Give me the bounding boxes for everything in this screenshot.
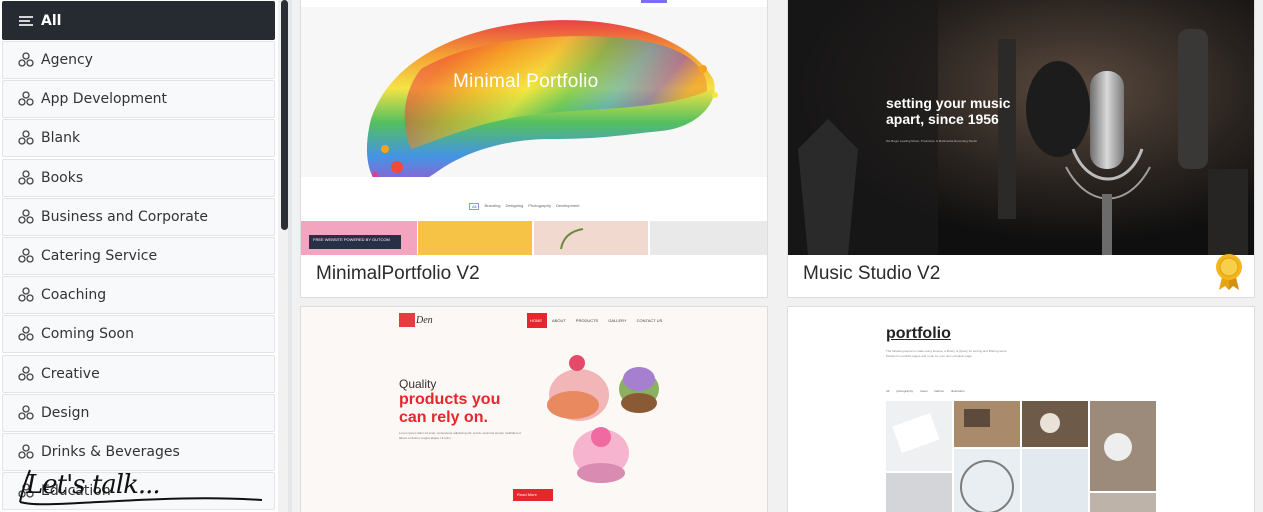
preview-filter-item: Photography <box>528 203 551 208</box>
category-icon <box>17 404 41 422</box>
template-card-portfolio[interactable]: portfolio The following layout is made u… <box>787 306 1255 512</box>
preview-filter-item: All <box>886 389 890 393</box>
preview-filter-item: All <box>469 203 480 210</box>
preview-subline: We Begin Leading Music, Production & Mul… <box>886 139 978 143</box>
sidebar-item-agency[interactable]: Agency <box>2 41 275 79</box>
template-preview-music-studio: setting your music apart, since 1956 We … <box>788 0 1254 255</box>
menu-icon <box>17 12 41 30</box>
template-card-minimalportfolio[interactable]: Minimal Portfolio All Branding Designing Ph… <box>300 0 768 298</box>
sidebar-item-label: Creative <box>41 365 100 382</box>
preview-logo-text: Den <box>416 315 433 326</box>
preview-heading: portfolio <box>886 325 951 342</box>
category-sidebar: All Agency App Development Blank Books Busine… <box>0 0 278 512</box>
preview-filter-item: Designing <box>505 203 524 208</box>
sidebar-item-label: All <box>41 12 62 29</box>
sidebar-item-catering-service[interactable]: Catering Service <box>2 237 275 275</box>
template-title[interactable]: Music Studio V2 <box>803 263 940 285</box>
category-icon <box>17 443 41 461</box>
preview-headline-line1: setting your music <box>886 95 1011 111</box>
template-card-den-bakery[interactable]: Den HOME ABOUT PRODUCTS GALLERY CONTACT US Q… <box>300 306 768 512</box>
preview-nav-item: CONTACT US <box>636 318 663 323</box>
sidebar-item-label: Education <box>41 483 111 500</box>
template-title[interactable]: MinimalPortfolio V2 <box>316 263 480 285</box>
sidebar-item-app-development[interactable]: App Development <box>2 80 275 119</box>
template-preview-portfolio: portfolio The following layout is made u… <box>788 307 1254 512</box>
preview-nav-item: ABOUT <box>552 318 566 323</box>
preview-nav-item: PRODUCTS <box>575 318 599 323</box>
sidebar-item-label: Business and Corporate <box>41 208 208 225</box>
template-gallery: All Agency App Development Blank Books Busine… <box>0 0 1263 512</box>
preview-overlay-banner: FREE WEBSITE POWERED BY GUTCOM <box>313 237 390 242</box>
sidebar-item-creative[interactable]: Creative <box>2 354 275 393</box>
sidebar-scroll-track <box>288 0 292 512</box>
category-icon <box>17 325 41 343</box>
template-card-music-studio[interactable]: setting your music apart, since 1956 We … <box>787 0 1255 298</box>
preview-nav: HOME ABOUT PRODUCTS GALLERY CONTACT US <box>530 318 662 323</box>
sidebar-item-books[interactable]: Books <box>2 158 275 197</box>
preview-headline-line2: apart, since 1956 <box>886 111 999 127</box>
sidebar-item-education[interactable]: Education <box>2 472 275 511</box>
preview-body: The following layout is made using Isoto… <box>886 349 1008 358</box>
preview-headline: setting your music apart, since 1956 <box>886 95 1010 127</box>
sidebar-item-coaching[interactable]: Coaching <box>2 276 275 315</box>
sidebar-item-label: Design <box>41 404 90 421</box>
preview-filter-row: All photography travel fashion illustration <box>886 389 965 393</box>
category-icon <box>17 286 41 304</box>
sidebar-item-blank[interactable]: Blank <box>2 119 275 158</box>
category-icon <box>17 208 41 226</box>
category-icon <box>17 90 41 108</box>
preview-kicker: Quality <box>399 377 437 391</box>
template-preview-minimalportfolio: Minimal Portfolio All Branding Designing Ph… <box>301 0 767 255</box>
sidebar-item-business-and-corporate[interactable]: Business and Corporate <box>2 197 275 236</box>
award-badge-icon <box>1213 253 1245 291</box>
category-icon <box>17 247 41 265</box>
sidebar-item-label: Coaching <box>41 287 107 304</box>
preview-filter-item: Development <box>555 203 580 208</box>
category-icon <box>17 169 41 187</box>
sidebar-item-label: Books <box>41 169 84 186</box>
sidebar-item-all[interactable]: All <box>2 1 275 40</box>
preview-filter-row: All Branding Designing Photography Developme… <box>469 203 580 210</box>
category-icon <box>17 365 41 383</box>
preview-filter-item: illustration <box>951 389 965 393</box>
category-icon <box>17 51 41 69</box>
preview-filter-item: photography <box>896 389 914 393</box>
sidebar-scrollbar[interactable] <box>281 0 288 230</box>
category-icon <box>17 129 41 147</box>
preview-filter-item: travel <box>920 389 928 393</box>
preview-headline-line1: products you <box>399 391 501 408</box>
sidebar-item-label: Drinks & Beverages <box>41 444 180 460</box>
preview-nav-item: GALLERY <box>608 318 627 323</box>
sidebar-item-label: Blank <box>41 130 81 147</box>
sidebar-item-design[interactable]: Design <box>2 393 275 432</box>
sidebar-item-label: Catering Service <box>41 248 158 264</box>
template-preview-den-bakery: Den HOME ABOUT PRODUCTS GALLERY CONTACT US Q… <box>301 307 767 512</box>
sidebar-item-label: Coming Soon <box>41 326 134 343</box>
preview-cta: Read More <box>517 492 537 497</box>
category-icon <box>17 482 41 500</box>
sidebar-item-drinks-beverages[interactable]: Drinks & Beverages <box>2 433 275 471</box>
sidebar-item-label: Agency <box>41 52 93 68</box>
preview-filter-item: Branding <box>484 203 501 208</box>
preview-nav-item: HOME <box>530 318 542 323</box>
preview-headline: products you can rely on. <box>399 391 500 427</box>
preview-filter-item: fashion <box>934 389 945 393</box>
preview-body: Lorem ipsum dolor sit amet, consectetur … <box>399 431 522 440</box>
sidebar-item-label: App Development <box>41 91 168 108</box>
preview-headline-line2: can rely on. <box>399 409 488 426</box>
sidebar-item-coming-soon[interactable]: Coming Soon <box>2 315 275 354</box>
preview-hero-text: Minimal Portfolio <box>453 71 599 92</box>
